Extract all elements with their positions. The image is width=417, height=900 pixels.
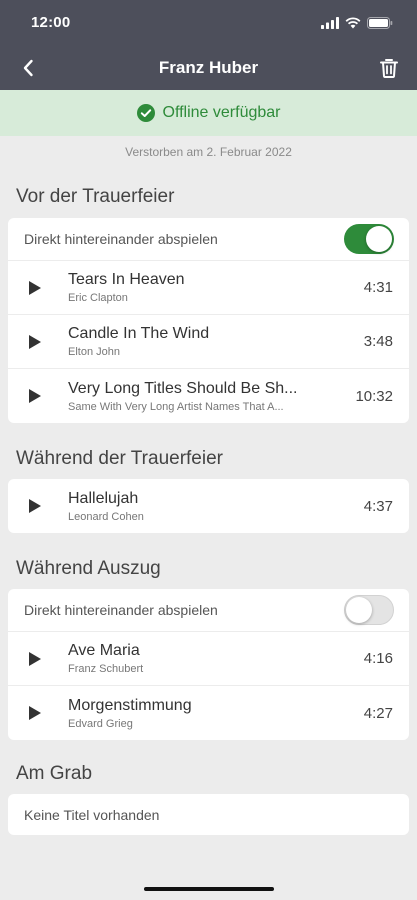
battery-icon (367, 16, 393, 29)
toggle-knob (366, 226, 392, 252)
status-time: 12:00 (31, 14, 71, 31)
track-row[interactable]: Ave Maria Franz Schubert 4:16 (8, 632, 409, 686)
check-circle-icon (136, 104, 155, 122)
section-card-waehrend-auszug: Direkt hintereinander abspielen Ave Mari… (8, 589, 409, 740)
play-icon (29, 499, 41, 513)
track-title: Hallelujah (68, 489, 139, 507)
track-info: Hallelujah Leonard Cohen (68, 490, 356, 523)
track-row[interactable]: Very Long Titles Should Be Sh... Same Wi… (8, 369, 409, 423)
track-row[interactable]: Candle In The Wind Elton John 3:48 (8, 315, 409, 369)
play-icon (29, 651, 41, 666)
play-button[interactable] (28, 651, 68, 667)
play-icon (29, 389, 41, 403)
track-info: Candle In The Wind Elton John (68, 325, 356, 358)
track-info: Morgenstimmung Edvard Grieg (68, 697, 356, 730)
play-button[interactable] (28, 334, 68, 350)
track-title: Very Long Titles Should Be Sh... (68, 379, 298, 397)
track-duration: 4:37 (363, 497, 393, 515)
trash-icon (380, 58, 398, 78)
autoplay-label: Direkt hintereinander abspielen (24, 231, 218, 247)
autoplay-toggle[interactable] (344, 224, 394, 254)
play-icon (29, 706, 41, 720)
section-title-waehrend-der-trauerfeier: Während der Trauerfeier (16, 448, 223, 469)
track-artist: Leonard Cohen (68, 510, 144, 523)
autoplay-label: Direkt hintereinander abspielen (24, 602, 218, 618)
autoplay-row: Direkt hintereinander abspielen (8, 218, 409, 261)
track-info: Very Long Titles Should Be Sh... Same Wi… (68, 380, 347, 413)
track-info: Tears In Heaven Eric Clapton (68, 271, 356, 304)
navigation-bar: Franz Huber (0, 45, 417, 90)
track-duration: 4:31 (363, 279, 393, 296)
delete-button[interactable] (377, 56, 401, 80)
track-row[interactable]: Hallelujah Leonard Cohen 4:37 (8, 479, 409, 533)
section-title-waehrend-auszug: Während Auszug (16, 558, 161, 579)
track-duration: 10:32 (355, 387, 393, 405)
play-icon (29, 280, 41, 295)
offline-text: Offline verfügbar (162, 104, 281, 121)
status-icons (321, 16, 393, 29)
play-icon (29, 334, 41, 349)
autoplay-row: Direkt hintereinander abspielen (8, 589, 409, 632)
play-button[interactable] (28, 705, 68, 721)
track-info: Ave Maria Franz Schubert (68, 642, 356, 675)
toggle-knob (346, 597, 372, 623)
home-indicator[interactable] (144, 887, 274, 891)
back-button[interactable] (16, 56, 40, 80)
section-card-am-grab: Keine Titel vorhanden (8, 794, 409, 835)
track-artist: Edvard Grieg (68, 717, 133, 730)
offline-banner: Offline verfügbar (0, 90, 417, 136)
track-artist: Same With Very Long Artist Names That A.… (68, 400, 284, 413)
track-duration: 4:16 (363, 650, 393, 667)
track-row[interactable]: Morgenstimmung Edvard Grieg 4:27 (8, 686, 409, 740)
play-button[interactable] (28, 498, 68, 514)
status-bar: 12:00 (0, 0, 417, 45)
play-button[interactable] (28, 280, 68, 296)
track-duration: 3:48 (363, 333, 393, 350)
section-card-waehrend-der-trauerfeier: Hallelujah Leonard Cohen 4:37 (8, 479, 409, 533)
section-title-am-grab: Am Grab (16, 763, 93, 784)
track-title: Morgenstimmung (68, 696, 192, 714)
track-title: Ave Maria (68, 642, 140, 659)
wifi-icon (345, 16, 361, 28)
play-button[interactable] (28, 388, 68, 404)
signal-icon (321, 16, 339, 29)
track-row[interactable]: Tears In Heaven Eric Clapton 4:31 (8, 261, 409, 315)
empty-state: Keine Titel vorhanden (24, 806, 160, 823)
track-duration: 4:27 (363, 704, 393, 722)
chevron-left-icon (23, 59, 33, 76)
deceased-date: Verstorben am 2. Februar 2022 (125, 145, 292, 159)
track-title: Candle In The Wind (68, 325, 210, 342)
section-title-vor-der-trauerfeier: Vor der Trauerfeier (16, 186, 175, 207)
autoplay-toggle[interactable] (344, 595, 394, 625)
page-title: Franz Huber (158, 57, 259, 77)
track-title: Tears In Heaven (68, 271, 185, 288)
section-card-vor-der-trauerfeier: Direkt hintereinander abspielen Tears In… (8, 218, 409, 423)
track-artist: Elton John (68, 346, 120, 358)
track-artist: Franz Schubert (68, 663, 144, 675)
track-artist: Eric Clapton (68, 292, 128, 304)
